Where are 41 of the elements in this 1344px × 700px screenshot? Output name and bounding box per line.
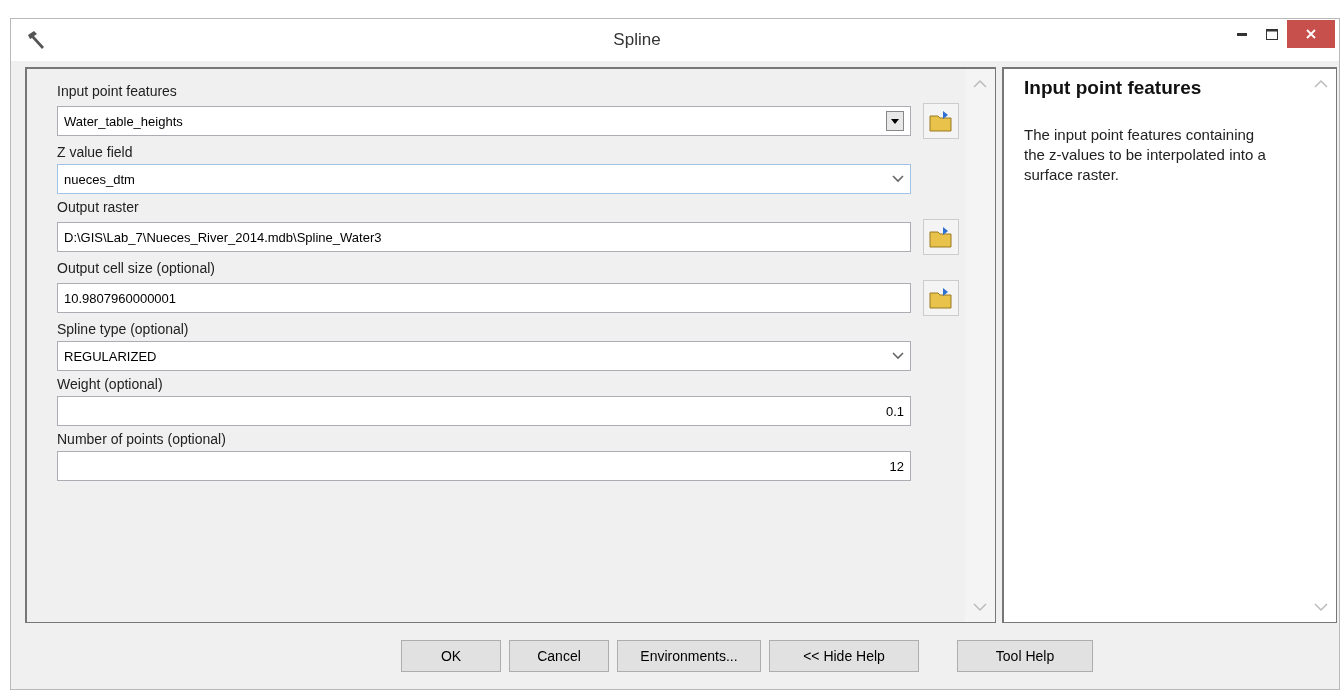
field-label: Output raster: [57, 199, 140, 217]
dropdown-button[interactable]: [886, 111, 904, 131]
dropdown-field[interactable]: Water_table_heights: [57, 106, 911, 136]
folder-icon: [929, 110, 953, 132]
scroll-down-icon[interactable]: [973, 602, 987, 612]
dialog-button[interactable]: Environments...: [617, 640, 761, 672]
dropdown-field[interactable]: REGULARIZED: [57, 341, 911, 371]
chevron-icon: [892, 175, 904, 183]
input-field[interactable]: 10.9807960000001: [57, 283, 911, 313]
input-field[interactable]: 0.1: [57, 396, 911, 426]
dialog-button[interactable]: OK: [401, 640, 501, 672]
folder-icon: [929, 287, 953, 309]
input-field[interactable]: D:\GIS\Lab_7\Nueces_River_2014.mdb\Spline_Water3: [57, 222, 911, 252]
field-label: Weight (optional): [57, 376, 164, 394]
browse-button[interactable]: [923, 280, 959, 316]
dialog-button[interactable]: Cancel: [509, 640, 609, 672]
dropdown-field[interactable]: nueces_dtm: [57, 164, 911, 194]
help-title: Input point features: [1024, 77, 1203, 99]
minimize-icon: [1237, 32, 1247, 36]
dialog-button[interactable]: << Hide Help: [769, 640, 919, 672]
help-text: The input point features containing the z-values to be interpolated into a surface raster.: [1024, 125, 1267, 185]
field-label: Spline type (optional): [57, 321, 190, 339]
scroll-down-icon[interactable]: [1314, 602, 1328, 612]
field-label: Output cell size (optional): [57, 260, 216, 278]
hammer-icon: [25, 29, 47, 51]
dialog-button[interactable]: Tool Help: [957, 640, 1093, 672]
folder-icon: [929, 226, 953, 248]
browse-button[interactable]: [923, 219, 959, 255]
close-button[interactable]: [1287, 20, 1335, 48]
scroll-up-icon[interactable]: [1314, 79, 1328, 89]
window-title: Spline: [612, 30, 662, 50]
input-field[interactable]: 12: [57, 451, 911, 481]
browse-button[interactable]: [923, 103, 959, 139]
scroll-up-icon[interactable]: [973, 79, 987, 89]
field-label: Input point features: [57, 83, 178, 101]
maximize-icon: [1266, 28, 1278, 40]
chevron-icon: [892, 352, 904, 360]
close-icon: [1306, 29, 1316, 39]
caret-icon: [891, 118, 899, 124]
field-label: Number of points (optional): [57, 431, 227, 449]
field-label: Z value field: [57, 144, 134, 162]
